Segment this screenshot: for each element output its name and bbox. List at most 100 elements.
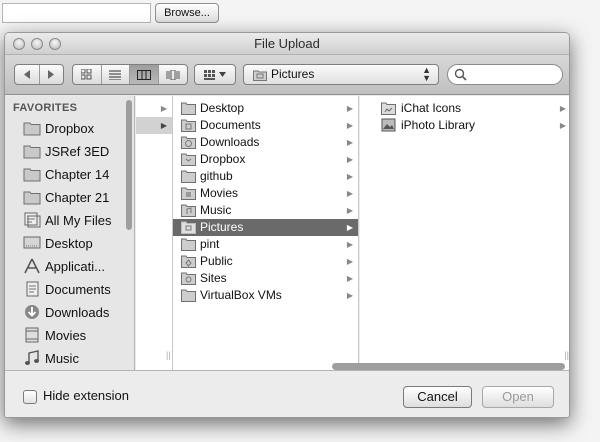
list-item-desktop[interactable]: Desktop ▶ <box>173 100 358 117</box>
desktop-icon <box>23 236 41 249</box>
list-item-public[interactable]: Public ▶ <box>173 253 358 270</box>
folder-icon <box>181 238 196 251</box>
sidebar-item-all-my-files[interactable]: All My Files <box>5 209 125 232</box>
search-icon <box>454 68 467 81</box>
location-popup[interactable]: Pictures ▲ ▼ <box>243 64 439 85</box>
movies-folder-icon <box>181 187 196 200</box>
sidebar-heading: FAVORITES <box>13 102 78 114</box>
list-item-documents[interactable]: Documents ▶ <box>173 117 358 134</box>
disclosure-arrow-icon: ▶ <box>346 206 353 215</box>
list-item-ichat-icons[interactable]: iChat Icons ▶ <box>360 100 569 117</box>
list-item-sites[interactable]: Sites ▶ <box>173 270 358 287</box>
all-files-icon <box>24 212 41 228</box>
hide-extension-checkbox[interactable] <box>23 390 37 404</box>
search-field[interactable] <box>447 64 563 85</box>
disclosure-arrow-icon: ▶ <box>346 291 353 300</box>
icon-view-icon <box>81 69 92 80</box>
file-path-input[interactable] <box>2 3 151 23</box>
hide-extension-label[interactable]: Hide extension <box>43 388 129 403</box>
disclosure-arrow-icon: ▶ <box>160 121 167 130</box>
disclosure-arrow-icon: ▶ <box>346 257 353 266</box>
location-popup-label: Pictures <box>271 67 315 81</box>
disclosure-arrow-icon: ▶ <box>346 155 353 164</box>
applications-icon <box>24 258 40 274</box>
dropdown-arrow-icon <box>219 72 226 77</box>
music-icon <box>25 350 39 365</box>
pictures-column: iChat Icons ▶ iPhoto Library ▶ || <box>360 96 569 370</box>
disclosure-arrow-icon: ▶ <box>346 274 353 283</box>
cover-flow-button[interactable] <box>159 65 187 84</box>
disclosure-arrow-icon: ▶ <box>559 104 566 113</box>
updown-arrows-icon: ▲ ▼ <box>422 65 431 83</box>
disclosure-arrow-icon: ▶ <box>346 121 353 130</box>
list-item-pint[interactable]: pint ▶ <box>173 236 358 253</box>
documents-folder-icon <box>181 119 196 132</box>
view-mode-control <box>72 64 188 85</box>
ichat-folder-icon <box>381 102 396 115</box>
cancel-button[interactable]: Cancel <box>403 386 472 408</box>
sidebar-scrollbar[interactable] <box>126 100 132 230</box>
dialog-footer: Hide extension Cancel Open <box>5 370 569 417</box>
toolbar: Pictures ▲ ▼ <box>5 55 569 95</box>
sidebar-item-chapter-14[interactable]: Chapter 14 <box>5 163 125 186</box>
column-resize-handle[interactable]: || <box>564 350 569 360</box>
arrange-menu-button[interactable] <box>194 64 236 85</box>
disclosure-arrow-icon: ▶ <box>346 104 353 113</box>
pictures-folder-icon <box>181 221 196 234</box>
list-view-button[interactable] <box>102 65 130 84</box>
folder-icon <box>23 168 41 182</box>
parent-column-row[interactable]: ▶ <box>136 100 172 117</box>
title-bar: File Upload <box>5 33 569 55</box>
sidebar-item-chapter-21[interactable]: Chapter 21 <box>5 186 125 209</box>
sidebar: FAVORITES Dropbox JSRef 3ED Chapter 14 C… <box>5 96 135 370</box>
column-view-icon <box>136 69 151 80</box>
column-resize-handle[interactable]: || <box>166 350 171 360</box>
documents-icon <box>26 281 39 297</box>
back-forward-control <box>14 64 64 85</box>
folder-icon <box>181 170 196 183</box>
list-item-movies[interactable]: Movies ▶ <box>173 185 358 202</box>
pictures-folder-icon <box>253 70 267 81</box>
folder-icon <box>181 102 196 115</box>
cover-flow-icon <box>166 69 180 80</box>
parent-column: ▶ ▶ <box>136 96 173 370</box>
sites-folder-icon <box>181 272 196 285</box>
list-item-music[interactable]: Music ▶ <box>173 202 358 219</box>
disclosure-arrow-icon: ▶ <box>346 172 353 181</box>
back-button[interactable] <box>15 65 40 84</box>
downloads-icon <box>25 305 39 319</box>
iphoto-library-icon <box>381 118 396 132</box>
sidebar-item-applications[interactable]: Applicati... <box>5 255 125 278</box>
movies-icon <box>25 327 39 343</box>
icon-view-button[interactable] <box>73 65 102 84</box>
window-title: File Upload <box>254 36 320 51</box>
list-item-virtualbox-vms[interactable]: VirtualBox VMs ▶ <box>173 287 358 304</box>
list-item-github[interactable]: github ▶ <box>173 168 358 185</box>
list-item-iphoto-library[interactable]: iPhoto Library ▶ <box>360 117 569 134</box>
disclosure-arrow-icon: ▶ <box>346 189 353 198</box>
browse-button[interactable]: Browse... <box>155 3 219 23</box>
forward-button[interactable] <box>40 65 64 84</box>
folder-icon <box>23 191 41 205</box>
sidebar-item-desktop[interactable]: Desktop <box>5 232 125 255</box>
list-item-dropbox[interactable]: Dropbox ▶ <box>173 151 358 168</box>
arrange-grid-icon <box>204 69 215 80</box>
sidebar-item-dropbox[interactable]: Dropbox <box>5 117 125 140</box>
parent-column-row-selected[interactable]: ▶ <box>136 117 172 134</box>
disclosure-arrow-icon: ▶ <box>346 223 353 232</box>
column-view-button[interactable] <box>130 65 159 84</box>
dropbox-folder-icon <box>181 153 196 166</box>
disclosure-arrow-icon: ▶ <box>346 240 353 249</box>
open-button[interactable]: Open <box>482 386 554 408</box>
folder-icon <box>23 145 41 159</box>
horizontal-scrollbar[interactable] <box>332 363 565 370</box>
disclosure-arrow-icon: ▶ <box>346 138 353 147</box>
sidebar-item-movies[interactable]: Movies <box>5 324 125 347</box>
chevron-left-icon <box>23 70 30 79</box>
sidebar-item-downloads[interactable]: Downloads <box>5 301 125 324</box>
sidebar-item-jsref-3ed[interactable]: JSRef 3ED <box>5 140 125 163</box>
sidebar-item-documents[interactable]: Documents <box>5 278 125 301</box>
list-item-downloads[interactable]: Downloads ▶ <box>173 134 358 151</box>
sidebar-item-music[interactable]: Music <box>5 347 125 370</box>
list-item-pictures[interactable]: Pictures ▶ <box>173 219 358 236</box>
